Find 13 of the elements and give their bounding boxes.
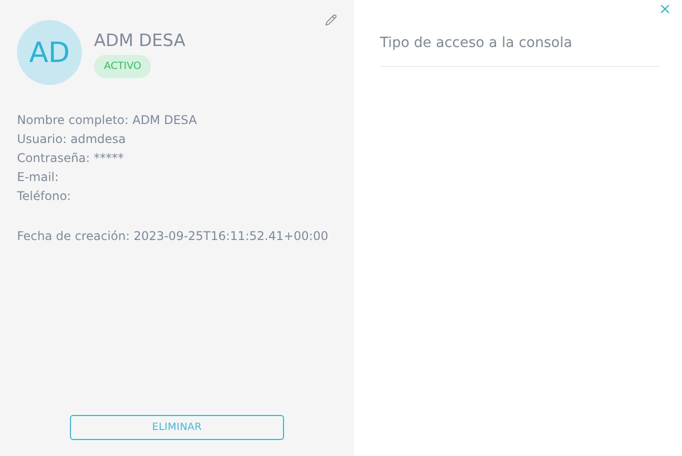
detail-line: E-mail: — [17, 169, 60, 186]
edit-icon[interactable] — [325, 14, 337, 26]
detail-line: Nombre completo: ADM DESA — [17, 112, 198, 129]
delete-button[interactable]: ELIMINAR — [70, 415, 284, 440]
status-badge: ACTIVO — [94, 55, 152, 78]
close-icon[interactable] — [658, 2, 672, 16]
user-name: ADM DESA — [94, 30, 186, 52]
detail-line: Contraseña: ***** — [17, 150, 125, 167]
access-title: Tipo de acceso a la consola — [380, 34, 574, 53]
avatar: AD — [17, 20, 82, 85]
detail-line: Teléfono: — [17, 188, 72, 205]
detail-line: Usuario: admdesa — [17, 131, 127, 148]
detail-line: Fecha de creación: 2023-09-25T16:11:52.41+00:00 — [17, 228, 330, 245]
